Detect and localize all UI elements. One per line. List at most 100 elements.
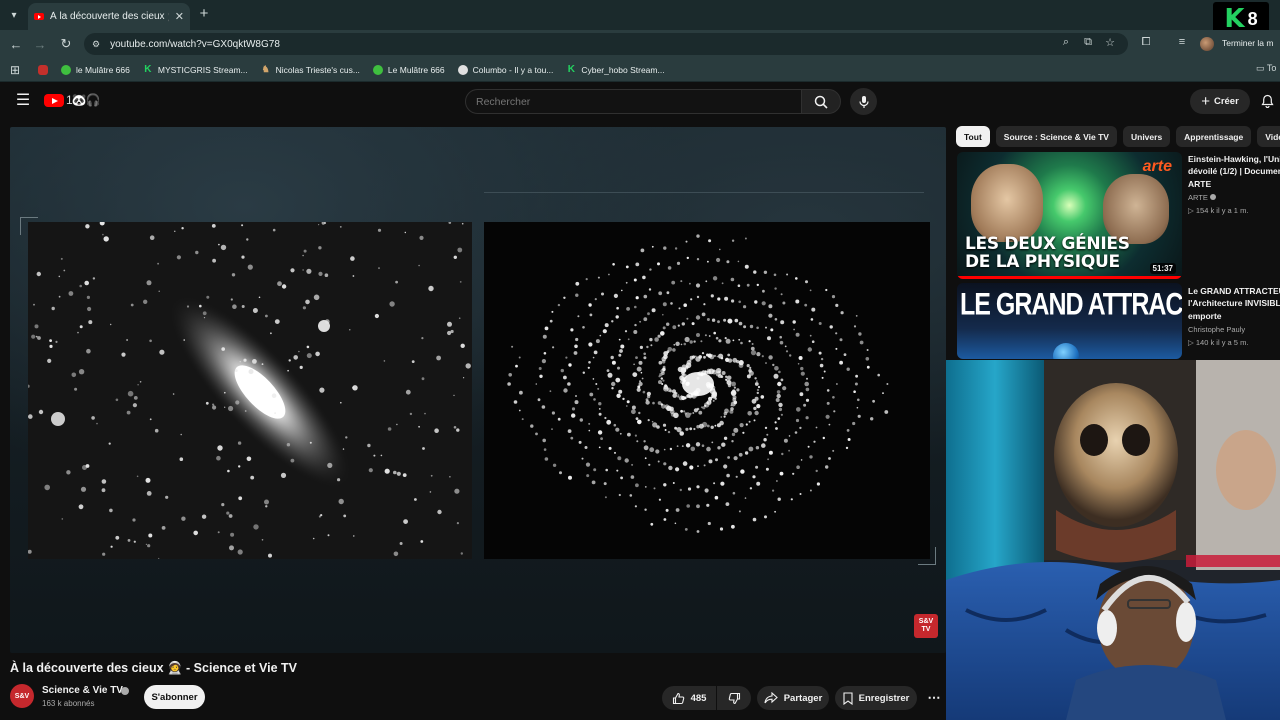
star-dot xyxy=(227,469,230,473)
channel-name[interactable]: Science & Vie TV xyxy=(42,685,123,696)
spiral-arm-dot xyxy=(585,278,588,281)
chip-all[interactable]: Tout xyxy=(956,126,990,147)
bookmark-item[interactable]: le Mulâtre 666 xyxy=(61,64,130,75)
star-dot xyxy=(350,256,355,261)
more-actions-icon[interactable]: ⋯ xyxy=(923,686,945,710)
search-button[interactable] xyxy=(801,89,841,114)
bookmark-item[interactable]: ♞ Nicolas Trieste's cus... xyxy=(261,64,360,75)
spiral-arm-dot xyxy=(675,341,680,346)
video-player[interactable]: S&V TV xyxy=(10,127,946,653)
spiral-arm-dot xyxy=(677,394,680,397)
extensions-icon[interactable]: ⧠ xyxy=(1139,36,1153,49)
spiral-arm-dot xyxy=(780,413,783,416)
recommendation-channel[interactable]: ARTE xyxy=(1188,193,1216,202)
site-info-icon[interactable]: ⚙ xyxy=(92,39,100,50)
channel-avatar[interactable]: S&V xyxy=(10,684,34,708)
finish-update-button[interactable]: Terminer la m xyxy=(1222,38,1273,48)
chip-source[interactable]: Source : Science & Vie TV xyxy=(995,126,1117,147)
spiral-arm-dot xyxy=(698,410,703,415)
apps-grid-icon[interactable]: ⊞ xyxy=(8,63,22,77)
spiral-arm-dot xyxy=(711,441,714,444)
create-button[interactable]: + Créer xyxy=(1190,89,1250,114)
forward-arrow-icon[interactable]: → xyxy=(30,34,50,54)
profile-avatar[interactable] xyxy=(1200,37,1214,51)
star-dot xyxy=(199,304,202,308)
star-dot xyxy=(327,534,330,537)
close-tab-icon[interactable]: ✕ xyxy=(175,10,184,23)
spiral-arm-dot xyxy=(592,378,595,380)
spiral-arm-dot xyxy=(800,459,803,461)
zoom-icon[interactable]: ⌕ xyxy=(1059,36,1073,49)
notifications-bell-icon[interactable] xyxy=(1258,92,1276,110)
star-dot xyxy=(424,412,426,415)
spiral-arm-dot xyxy=(695,283,701,288)
spiral-arm-dot xyxy=(774,366,779,371)
spiral-arm-dot xyxy=(642,390,646,394)
spiral-arm-dot xyxy=(818,322,822,325)
spiral-arm-dot xyxy=(633,363,635,366)
address-bar-url[interactable]: youtube.com/watch?v=GX0qktW8G78 xyxy=(110,39,280,50)
subscribe-button[interactable]: S'abonner xyxy=(144,685,205,709)
spiral-arm-dot xyxy=(697,465,699,467)
bookmark-folder[interactable]: ▭ To xyxy=(1256,63,1276,74)
install-app-icon[interactable]: ⧉ xyxy=(1081,36,1095,49)
bookmark-item[interactable]: Le Mulâtre 666 xyxy=(372,64,445,75)
chip-univers[interactable]: Univers xyxy=(1122,126,1171,147)
spiral-arm-dot xyxy=(597,387,600,390)
star-dot xyxy=(340,401,342,404)
dislike-button[interactable] xyxy=(717,686,751,710)
bookmark-item[interactable]: K MYSTICGRIS Stream... xyxy=(143,64,247,75)
star-dot xyxy=(221,347,225,351)
reload-icon[interactable]: ↻ xyxy=(56,34,76,54)
spiral-arm-dot xyxy=(542,438,546,443)
browser-tab-active[interactable]: À la découverte des cieux 🧑‍🚀 🔊 ✕ xyxy=(28,3,190,30)
hamburger-menu-icon[interactable]: ☰ xyxy=(14,92,32,110)
spiral-arm-dot xyxy=(665,508,669,512)
spiral-arm-dot xyxy=(856,406,859,409)
tab-search-chevron-icon[interactable]: ▾ xyxy=(4,5,24,25)
recommendation-channel[interactable]: Christophe Pauly xyxy=(1188,325,1245,334)
spiral-arm-dot xyxy=(711,318,716,322)
save-label: Enregistrer xyxy=(858,692,910,704)
spiral-arm-dot xyxy=(782,301,786,305)
search-input[interactable] xyxy=(465,89,802,114)
star-dot xyxy=(96,422,98,425)
star-dot xyxy=(149,235,155,240)
channel-watermark[interactable]: S&V TV xyxy=(914,614,938,638)
bookmark-item[interactable]: Columbo - Il y a tou... xyxy=(457,64,553,75)
chip-apprentissage[interactable]: Apprentissage xyxy=(1176,126,1252,147)
spiral-galaxy-drawing xyxy=(484,222,930,559)
bookmark-star-icon[interactable]: ☆ xyxy=(1103,36,1117,49)
recommendation-thumbnail[interactable]: LE GRAND ATTRACTEUR xyxy=(957,283,1182,359)
spiral-arm-dot xyxy=(738,321,743,326)
recommendation-title[interactable]: Einstein-Hawking, l'Univ dévoilé (1/2) |… xyxy=(1188,153,1280,190)
youtube-doodle[interactable]: 1🐼🎧 xyxy=(66,93,101,107)
bookmark-youtube[interactable] xyxy=(38,64,48,75)
back-arrow-icon[interactable]: ← xyxy=(6,34,26,54)
recommendation-thumbnail[interactable]: arte LES DEUX GÉNIES DE LA PHYSIQUE 51:3… xyxy=(957,152,1182,279)
spiral-arm-dot xyxy=(691,322,695,326)
bookmark-item[interactable]: K Cyber_hobo Stream... xyxy=(566,64,665,75)
chip-videos[interactable]: Vidéos xyxy=(1257,126,1280,147)
recommendation-title[interactable]: Le GRAND ATTRACTEU l'Architecture INVISI… xyxy=(1188,285,1280,322)
star-dot xyxy=(146,491,152,496)
spiral-arm-dot xyxy=(773,273,777,277)
spiral-arm-dot xyxy=(593,398,596,401)
star-dot xyxy=(380,454,383,457)
spiral-arm-dot xyxy=(616,306,619,310)
spiral-arm-dot xyxy=(727,383,732,388)
media-controls-icon[interactable]: ≡ xyxy=(1175,36,1189,48)
voice-search-button[interactable] xyxy=(850,88,877,115)
youtube-logo-icon[interactable] xyxy=(44,94,64,107)
spiral-arm-dot xyxy=(804,381,809,387)
save-button[interactable]: Enregistrer xyxy=(835,686,917,710)
spiral-arm-dot xyxy=(667,430,671,434)
share-button[interactable]: Partager xyxy=(757,686,829,710)
address-bar[interactable]: ⚙ youtube.com/watch?v=GX0qktW8G78 xyxy=(84,33,1128,55)
new-tab-icon[interactable]: + xyxy=(196,6,212,22)
star-dot xyxy=(157,262,160,265)
spiral-arm-dot xyxy=(776,393,781,399)
spiral-arm-dot xyxy=(811,340,815,343)
spiral-arm-dot xyxy=(621,289,623,292)
like-button[interactable]: 485 xyxy=(662,686,716,710)
